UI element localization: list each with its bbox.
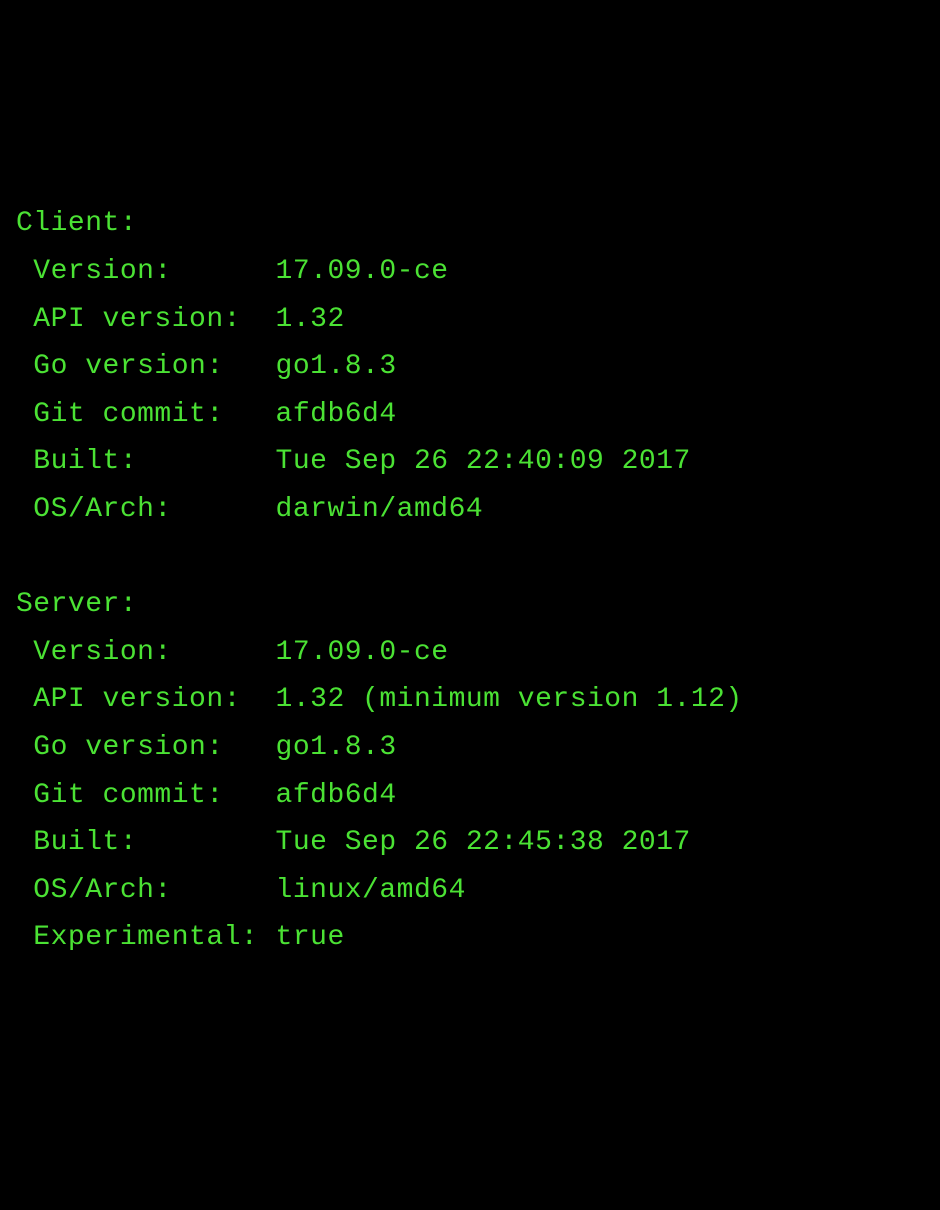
client-api-version-value: 1.32 [276, 304, 345, 335]
server-os-arch-label: OS/Arch: [16, 875, 276, 906]
server-git-commit-label: Git commit: [16, 780, 276, 811]
client-go-version-value: go1.8.3 [276, 351, 397, 382]
server-version-value: 17.09.0-ce [276, 637, 449, 668]
server-api-version-label: API version: [16, 684, 276, 715]
client-api-version-label: API version: [16, 304, 276, 335]
server-experimental-value: true [276, 922, 345, 953]
server-go-version-value: go1.8.3 [276, 732, 397, 763]
client-git-commit-value: afdb6d4 [276, 399, 397, 430]
server-header: Server: [16, 589, 137, 620]
server-api-version-value: 1.32 (minimum version 1.12) [276, 684, 743, 715]
client-go-version-label: Go version: [16, 351, 276, 382]
client-git-commit-label: Git commit: [16, 399, 276, 430]
server-os-arch-value: linux/amd64 [276, 875, 466, 906]
client-header: Client: [16, 208, 137, 239]
server-git-commit-value: afdb6d4 [276, 780, 397, 811]
terminal-output: Client: Version: 17.09.0-ce API version:… [16, 200, 924, 962]
client-version-value: 17.09.0-ce [276, 256, 449, 287]
client-os-arch-label: OS/Arch: [16, 494, 276, 525]
client-os-arch-value: darwin/amd64 [276, 494, 484, 525]
server-version-label: Version: [16, 637, 276, 668]
client-built-label: Built: [16, 446, 276, 477]
client-built-value: Tue Sep 26 22:40:09 2017 [276, 446, 691, 477]
server-experimental-label: Experimental: [16, 922, 276, 953]
server-built-value: Tue Sep 26 22:45:38 2017 [276, 827, 691, 858]
client-version-label: Version: [16, 256, 276, 287]
server-built-label: Built: [16, 827, 276, 858]
server-go-version-label: Go version: [16, 732, 276, 763]
